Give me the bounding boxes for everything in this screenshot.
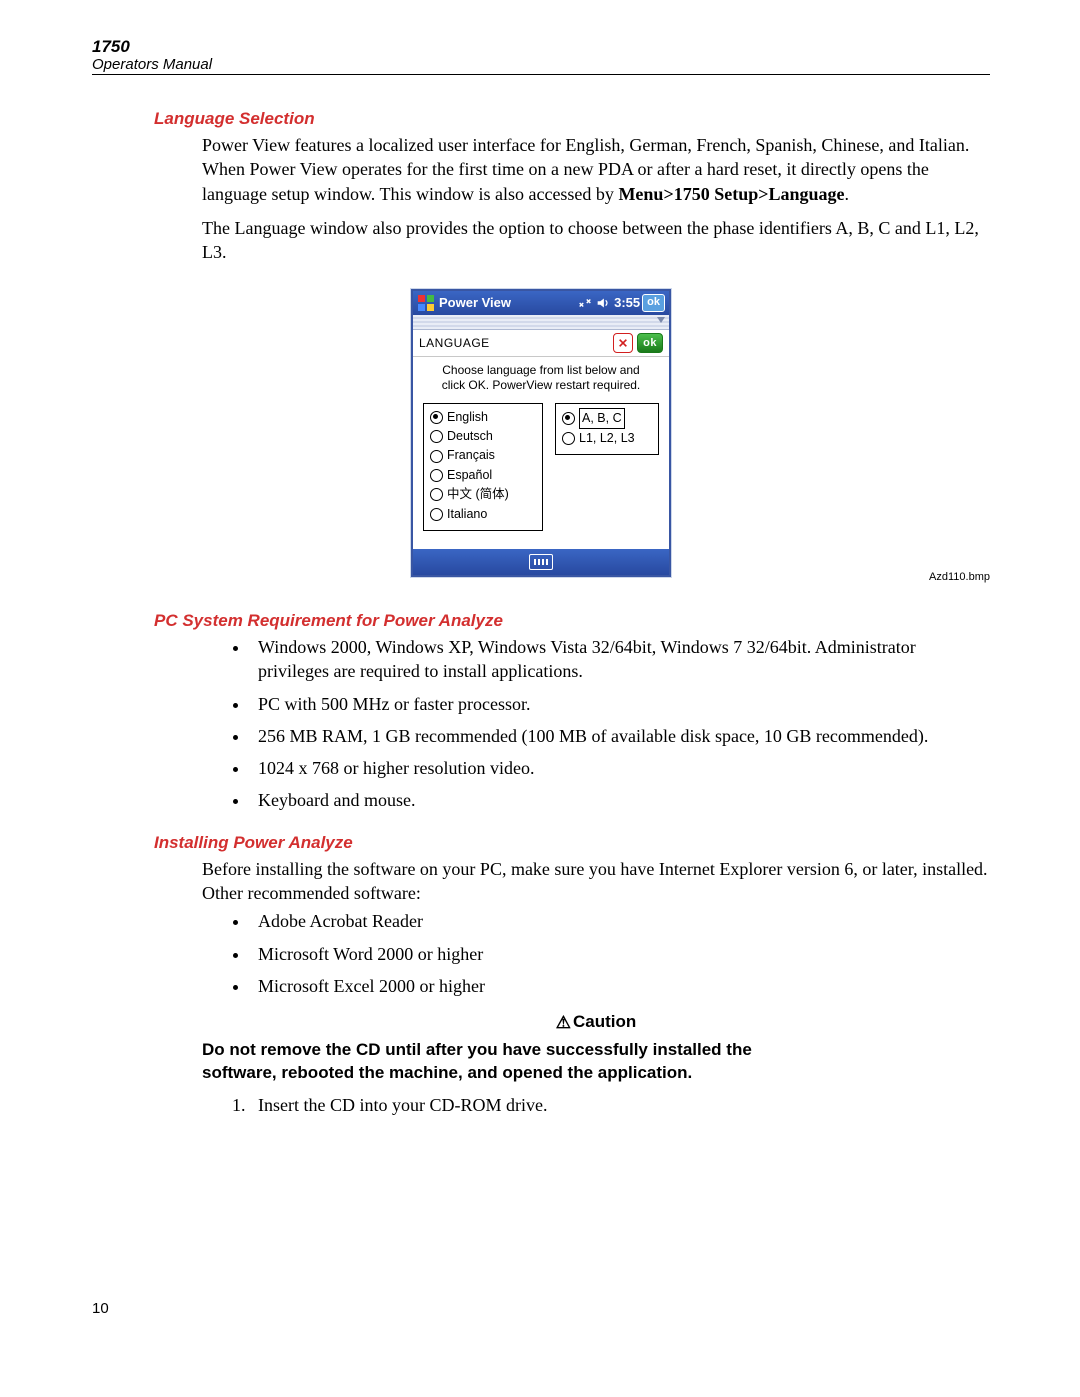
pda-window: Power View 3:55 ok LANGUAGE ok [411,289,671,577]
radio-label: 中文 (简体) [447,485,509,504]
list-item: Insert the CD into your CD-ROM drive. [250,1095,990,1116]
recommended-software-list: Adobe Acrobat Reader Microsoft Word 2000… [250,909,990,998]
radio-francais[interactable]: Français [430,446,536,465]
page-header: 1750 Operators Manual [92,38,990,75]
pc-requirements-list: Windows 2000, Windows XP, Windows Vista … [250,635,990,813]
pda-titlebar: Power View 3:55 ok [413,291,669,315]
list-item: Adobe Acrobat Reader [250,909,990,933]
radio-english[interactable]: English [430,408,536,427]
language-selection-para1-b: . [844,184,849,204]
volume-icon[interactable] [594,294,612,312]
radio-label: Italiano [447,505,487,524]
pda-app-title: Power View [439,295,511,310]
panel-header: LANGUAGE ok [413,330,669,357]
radio-label: Deutsch [447,427,493,446]
list-item: PC with 500 MHz or faster processor. [250,692,990,716]
install-steps: Insert the CD into your CD-ROM drive. [220,1095,990,1116]
figure-language-window: Power View 3:55 ok LANGUAGE ok [92,289,990,577]
close-button[interactable] [613,333,633,353]
language-selection-para1-a: Power View features a localized user int… [202,135,969,204]
list-item: Keyboard and mouse. [250,788,990,812]
instruction-line2: click OK. PowerView restart required. [442,378,641,392]
radio-espanol[interactable]: Español [430,466,536,485]
radio-label: English [447,408,488,427]
keyboard-icon[interactable] [529,554,553,570]
language-selection-para2: The Language window also provides the op… [202,216,990,265]
radio-label: L1, L2, L3 [579,429,635,448]
connectivity-icon[interactable] [576,294,594,312]
warning-icon: ⚠ [556,1013,571,1033]
header-subtitle: Operators Manual [92,57,990,74]
list-item: Windows 2000, Windows XP, Windows Vista … [250,635,990,684]
instruction-line1: Choose language from list below and [442,363,639,377]
radio-deutsch[interactable]: Deutsch [430,427,536,446]
heading-language-selection: Language Selection [154,109,990,129]
panel-title: LANGUAGE [419,336,609,350]
caution-heading: ⚠Caution [202,1012,990,1033]
radio-phase-l123[interactable]: L1, L2, L3 [562,429,652,448]
radio-label: Español [447,466,492,485]
header-model: 1750 [92,38,990,57]
start-icon[interactable] [417,294,435,312]
language-list: English Deutsch Français Español 中文 (简体)… [423,403,543,531]
list-item: 1024 x 768 or higher resolution video. [250,756,990,780]
caution-label: Caution [573,1012,636,1031]
radio-chinese[interactable]: 中文 (简体) [430,485,536,504]
heading-installing: Installing Power Analyze [154,833,990,853]
heading-pc-requirements: PC System Requirement for Power Analyze [154,611,990,631]
list-item: 256 MB RAM, 1 GB recommended (100 MB of … [250,724,990,748]
language-selection-menu-path: Menu>1750 Setup>Language [618,184,844,204]
pda-bottombar [413,549,669,575]
ok-button[interactable]: ok [637,333,663,353]
instruction-text: Choose language from list below and clic… [413,357,669,403]
titlebar-ok-button[interactable]: ok [642,294,665,312]
pda-clock[interactable]: 3:55 [614,295,640,310]
installing-intro: Before installing the software on your P… [202,857,990,906]
radio-label: A, B, C [579,408,625,429]
toolbar-grip[interactable] [413,315,669,330]
phase-id-list: A, B, C L1, L2, L3 [555,403,659,456]
figure-caption: Azd110.bmp [929,571,990,583]
page-number: 10 [92,1300,109,1317]
list-item: Microsoft Excel 2000 or higher [250,974,990,998]
radio-label: Français [447,446,495,465]
caution-body: Do not remove the CD until after you hav… [202,1039,820,1085]
language-selection-para1: Power View features a localized user int… [202,133,990,206]
radio-italiano[interactable]: Italiano [430,505,536,524]
list-item: Microsoft Word 2000 or higher [250,942,990,966]
radio-phase-abc[interactable]: A, B, C [562,408,652,429]
